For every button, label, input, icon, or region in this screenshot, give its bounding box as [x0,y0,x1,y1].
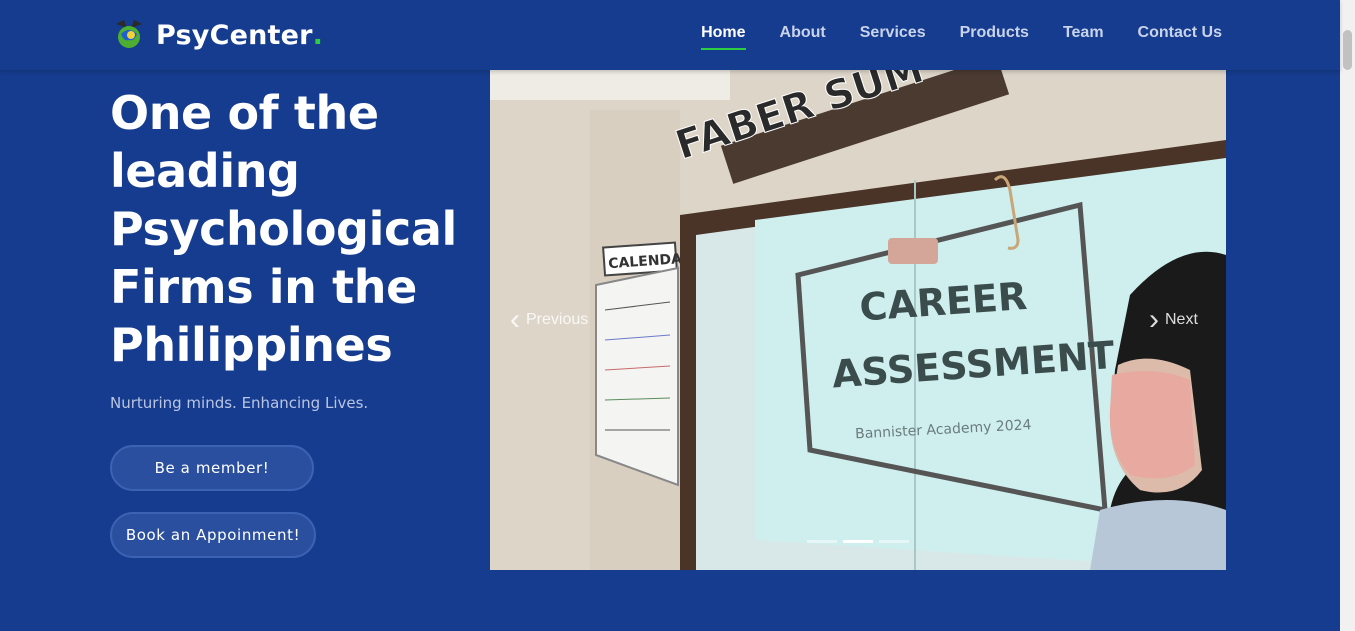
chevron-left-icon: ‹ [510,303,520,336]
main-nav: Home About Services Products Team Contac… [667,24,1222,50]
hero-carousel: FABER SUM CALENDAR CAREER ASSESSMENT Ban… [490,70,1226,570]
carousel-indicator-1[interactable] [807,540,837,543]
nav-services[interactable]: Services [860,24,926,50]
brain-logo-icon [112,18,146,52]
brand-dot: . [312,19,323,51]
brand-logo[interactable]: PsyCenter. [112,16,323,54]
carousel-previous-button[interactable]: ‹ Previous [504,305,588,335]
carousel-slide-photo: FABER SUM CALENDAR CAREER ASSESSMENT Ban… [490,70,1226,570]
carousel-indicators [807,540,909,543]
hero-subtitle: Nurturing minds. Enhancing Lives. [110,394,369,412]
brand-name: PsyCenter [156,19,313,51]
be-a-member-button[interactable]: Be a member! [110,445,314,491]
carousel-indicator-2[interactable] [843,540,873,543]
nav-products[interactable]: Products [960,24,1029,50]
carousel-next-button[interactable]: › Next [1143,305,1198,335]
next-label: Next [1165,311,1198,328]
navbar: PsyCenter. Home About Services Products … [0,0,1340,70]
nav-home[interactable]: Home [701,24,747,50]
hero-title: One of the leading Psychological Firms i… [110,86,457,372]
chevron-right-icon: › [1149,303,1159,336]
previous-label: Previous [526,311,589,328]
nav-team[interactable]: Team [1063,24,1104,50]
nav-contact-us[interactable]: Contact Us [1138,24,1222,50]
book-appointment-button[interactable]: Book an Appoinment! [110,512,316,558]
scrollbar-thumb[interactable] [1343,30,1352,70]
page-scrollbar[interactable] [1340,0,1355,631]
nav-about[interactable]: About [780,24,826,50]
carousel-indicator-3[interactable] [879,540,909,543]
